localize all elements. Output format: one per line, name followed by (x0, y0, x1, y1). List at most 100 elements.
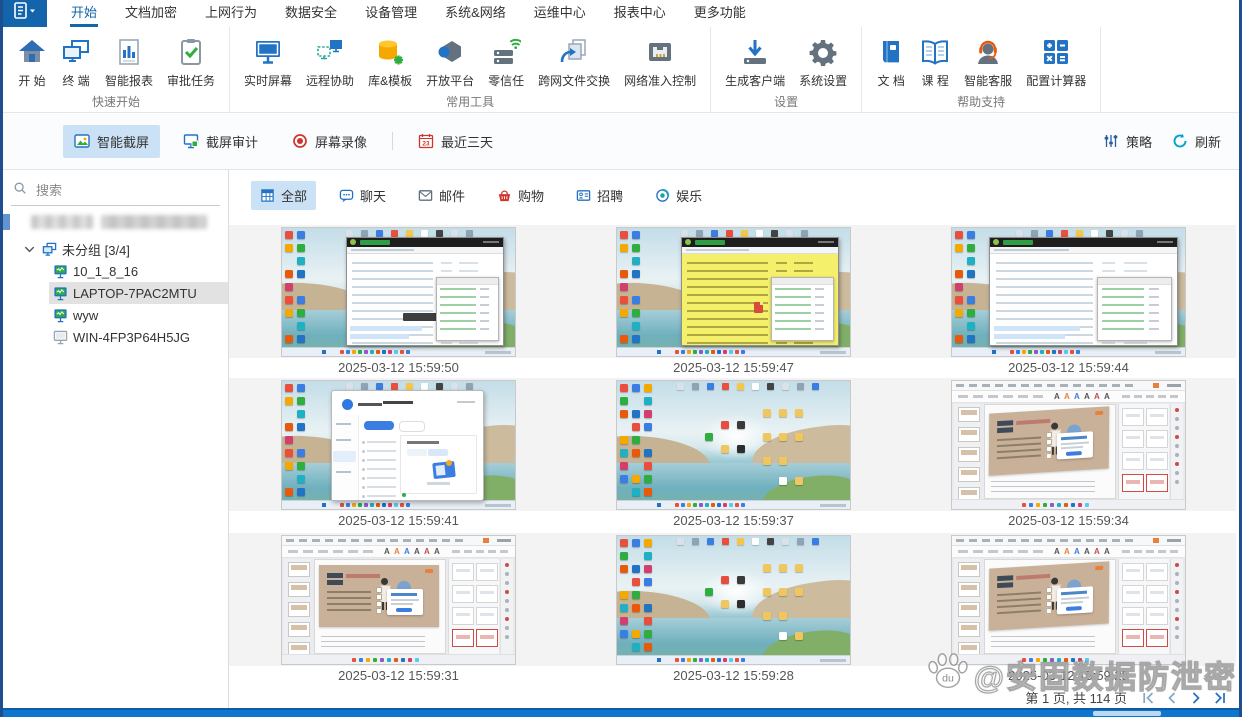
thumbnail-scene-ppt-editor: AAAAAA (952, 536, 1185, 664)
screenshot-thumbnail[interactable]: AAAAAA (951, 535, 1186, 665)
menu-tab-system-network[interactable]: 系统&网络 (431, 0, 520, 27)
ribbon-item-smart-support[interactable]: 智能客服 (957, 35, 1019, 89)
record-icon (292, 133, 308, 149)
app-menu-icon (12, 1, 38, 26)
screenshot-thumbnail[interactable] (616, 380, 851, 510)
ribbon-item-label: 网络准入控制 (624, 72, 696, 89)
screenshot-thumbnail[interactable] (281, 227, 516, 357)
policy-button[interactable]: 策略 (1101, 127, 1154, 156)
screenshot-thumbnail[interactable]: AAAAAA (951, 380, 1186, 510)
terminal-name: LAPTOP-7PAC2MTU (73, 286, 197, 301)
ribbon-group-label: 帮助支持 (869, 89, 1093, 111)
app-menu-button[interactable] (3, 0, 47, 27)
ribbon-item-label: 文 档 (878, 72, 905, 89)
menu-tab-internet-behavior[interactable]: 上网行为 (191, 0, 271, 27)
thumbnail-scene-ppt-editor: AAAAAA (952, 381, 1185, 509)
thumbnail-scene-ppt-editor-flat: AAAAAA (282, 536, 515, 664)
ribbon-item-system-settings[interactable]: 系统设置 (792, 35, 854, 89)
ribbon-item-remote-assist[interactable]: 远程协助 (299, 35, 361, 89)
last-page-button[interactable] (1213, 691, 1227, 705)
screenshot-audit-button[interactable]: 截屏审计 (172, 125, 269, 158)
view-toolbar-left: 智能截屏截屏审计 屏幕录像 23 最近三天 (63, 125, 516, 158)
calendar-icon: 23 (418, 133, 434, 149)
button-label: 最近三天 (441, 132, 493, 151)
filter-entertainment[interactable]: 娱乐 (646, 181, 711, 210)
ribbon-group-3: 文 档课 程智能客服配置计算器帮助支持 (862, 27, 1101, 112)
filter-shopping[interactable]: 购物 (488, 181, 553, 210)
course-icon (920, 35, 950, 69)
filter-recruiting[interactable]: 招聘 (567, 181, 632, 210)
refresh-icon (1172, 133, 1188, 149)
screenshot-thumbnail[interactable] (616, 535, 851, 665)
next-page-button[interactable] (1189, 691, 1203, 705)
thumbnail-timestamp: 2025-03-12 15:59:50 (281, 360, 516, 375)
button-label: 屏幕录像 (315, 132, 367, 151)
grid-icon (260, 188, 275, 203)
filter-chat[interactable]: 聊天 (330, 181, 395, 210)
ribbon-item-cross-network-file-exchange[interactable]: 跨网文件交换 (531, 35, 617, 89)
ribbon-item-realtime-screen[interactable]: 实时屏幕 (237, 35, 299, 89)
recruit-icon (576, 188, 591, 203)
thumbnail-timestamp: 2025-03-12 15:59:44 (951, 360, 1186, 375)
ribbon-item-network-access-control[interactable]: 网络准入控制 (617, 35, 703, 89)
menu-tab-ops-center[interactable]: 运维中心 (520, 0, 600, 27)
thumbnail-scene-app-window (282, 381, 515, 509)
menu-tab-doc-encryption[interactable]: 文档加密 (111, 0, 191, 27)
screenshot-thumbnail[interactable] (616, 227, 851, 357)
tree-node-wyw[interactable]: wyw (3, 304, 228, 326)
tree-node-LAPTOP-7PAC2MTU[interactable]: LAPTOP-7PAC2MTU (3, 282, 228, 304)
policy-icon (1103, 133, 1119, 149)
ribbon-item-generate-client[interactable]: 生成客户端 (718, 35, 792, 89)
ribbon-item-courses[interactable]: 课 程 (913, 35, 957, 89)
fun-icon (655, 188, 670, 203)
refresh-button[interactable]: 刷新 (1170, 127, 1223, 156)
menu-tab-home[interactable]: 开始 (57, 0, 111, 27)
button-label: 刷新 (1195, 132, 1221, 151)
ribbon-item-open-platform[interactable]: 开放平台 (419, 35, 481, 89)
tree-root-redacted[interactable] (3, 212, 228, 232)
ribbon-item-terminals[interactable]: 终 端 (54, 35, 98, 89)
ribbon-item-config-calculator[interactable]: 配置计算器 (1019, 35, 1093, 89)
monitor-icon (253, 35, 283, 69)
ribbon-item-library-templates[interactable]: 库&模板 (361, 35, 419, 89)
ribbon-item-start[interactable]: 开 始 (10, 35, 54, 89)
ribbon-group-0: 开 始终 端智能报表审批任务快速开始 (3, 27, 230, 112)
horizontal-scrollbar-thumb[interactable] (1093, 711, 1161, 716)
screen-recording-button[interactable]: 屏幕录像 (281, 125, 378, 158)
search-input[interactable] (34, 182, 208, 199)
ribbon-item-zero-trust[interactable]: 零信任 (481, 35, 531, 89)
terminal-tree: 未分组 [3/4]10_1_8_16 LAPTOP-7PAC2MTU wywWIN-… (3, 212, 228, 348)
thumbnail-timestamp: 2025-03-12 15:59:31 (281, 668, 516, 683)
menu-tab-report-center[interactable]: 报表中心 (600, 0, 680, 27)
ribbon-item-smart-reports[interactable]: 智能报表 (98, 35, 160, 89)
menu-tab-data-security[interactable]: 数据安全 (271, 0, 351, 27)
thumbnail-scene-desktop (617, 381, 850, 509)
filter-all[interactable]: 全部 (251, 181, 316, 210)
tree-node-WIN-4FP3P64H5JG[interactable]: WIN-4FP3P64H5JG (3, 326, 228, 348)
ribbon-item-label: 库&模板 (368, 72, 412, 89)
mail-icon (418, 188, 433, 203)
calc-icon (1041, 35, 1071, 69)
ribbon-item-documentation[interactable]: 文 档 (869, 35, 913, 89)
filter-mail[interactable]: 邮件 (409, 181, 474, 210)
first-page-button[interactable] (1141, 691, 1155, 705)
menu-tab-more-features[interactable]: 更多功能 (680, 0, 760, 27)
ribbon-item-label: 零信任 (488, 72, 524, 89)
pc-group-icon (42, 242, 57, 257)
menu-tab-device-management[interactable]: 设备管理 (351, 0, 431, 27)
menu-bar: 开始文档加密上网行为数据安全设备管理系统&网络运维中心报表中心更多功能 (3, 0, 1239, 27)
prev-page-button[interactable] (1165, 691, 1179, 705)
screenshot-thumbnail[interactable] (281, 380, 516, 510)
ribbon-item-label: 课 程 (922, 72, 949, 89)
ribbon-item-approval-tasks[interactable]: 审批任务 (160, 35, 222, 89)
screenshot-thumbnail[interactable] (951, 227, 1186, 357)
last-three-days-button[interactable]: 23 最近三天 (407, 125, 504, 158)
tree-group-ungrouped[interactable]: 未分组 [3/4] (3, 238, 228, 260)
screenshot-thumbnail[interactable]: AAAAAA (281, 535, 516, 665)
smart-screenshot-button[interactable]: 智能截屏 (63, 125, 160, 158)
tree-node-10_1_8_16[interactable]: 10_1_8_16 (3, 260, 228, 282)
filter-label: 聊天 (360, 186, 386, 205)
pc-online-icon (53, 308, 68, 323)
thumbnail-scene-file-window (282, 228, 515, 356)
screenshot-icon (74, 133, 90, 149)
